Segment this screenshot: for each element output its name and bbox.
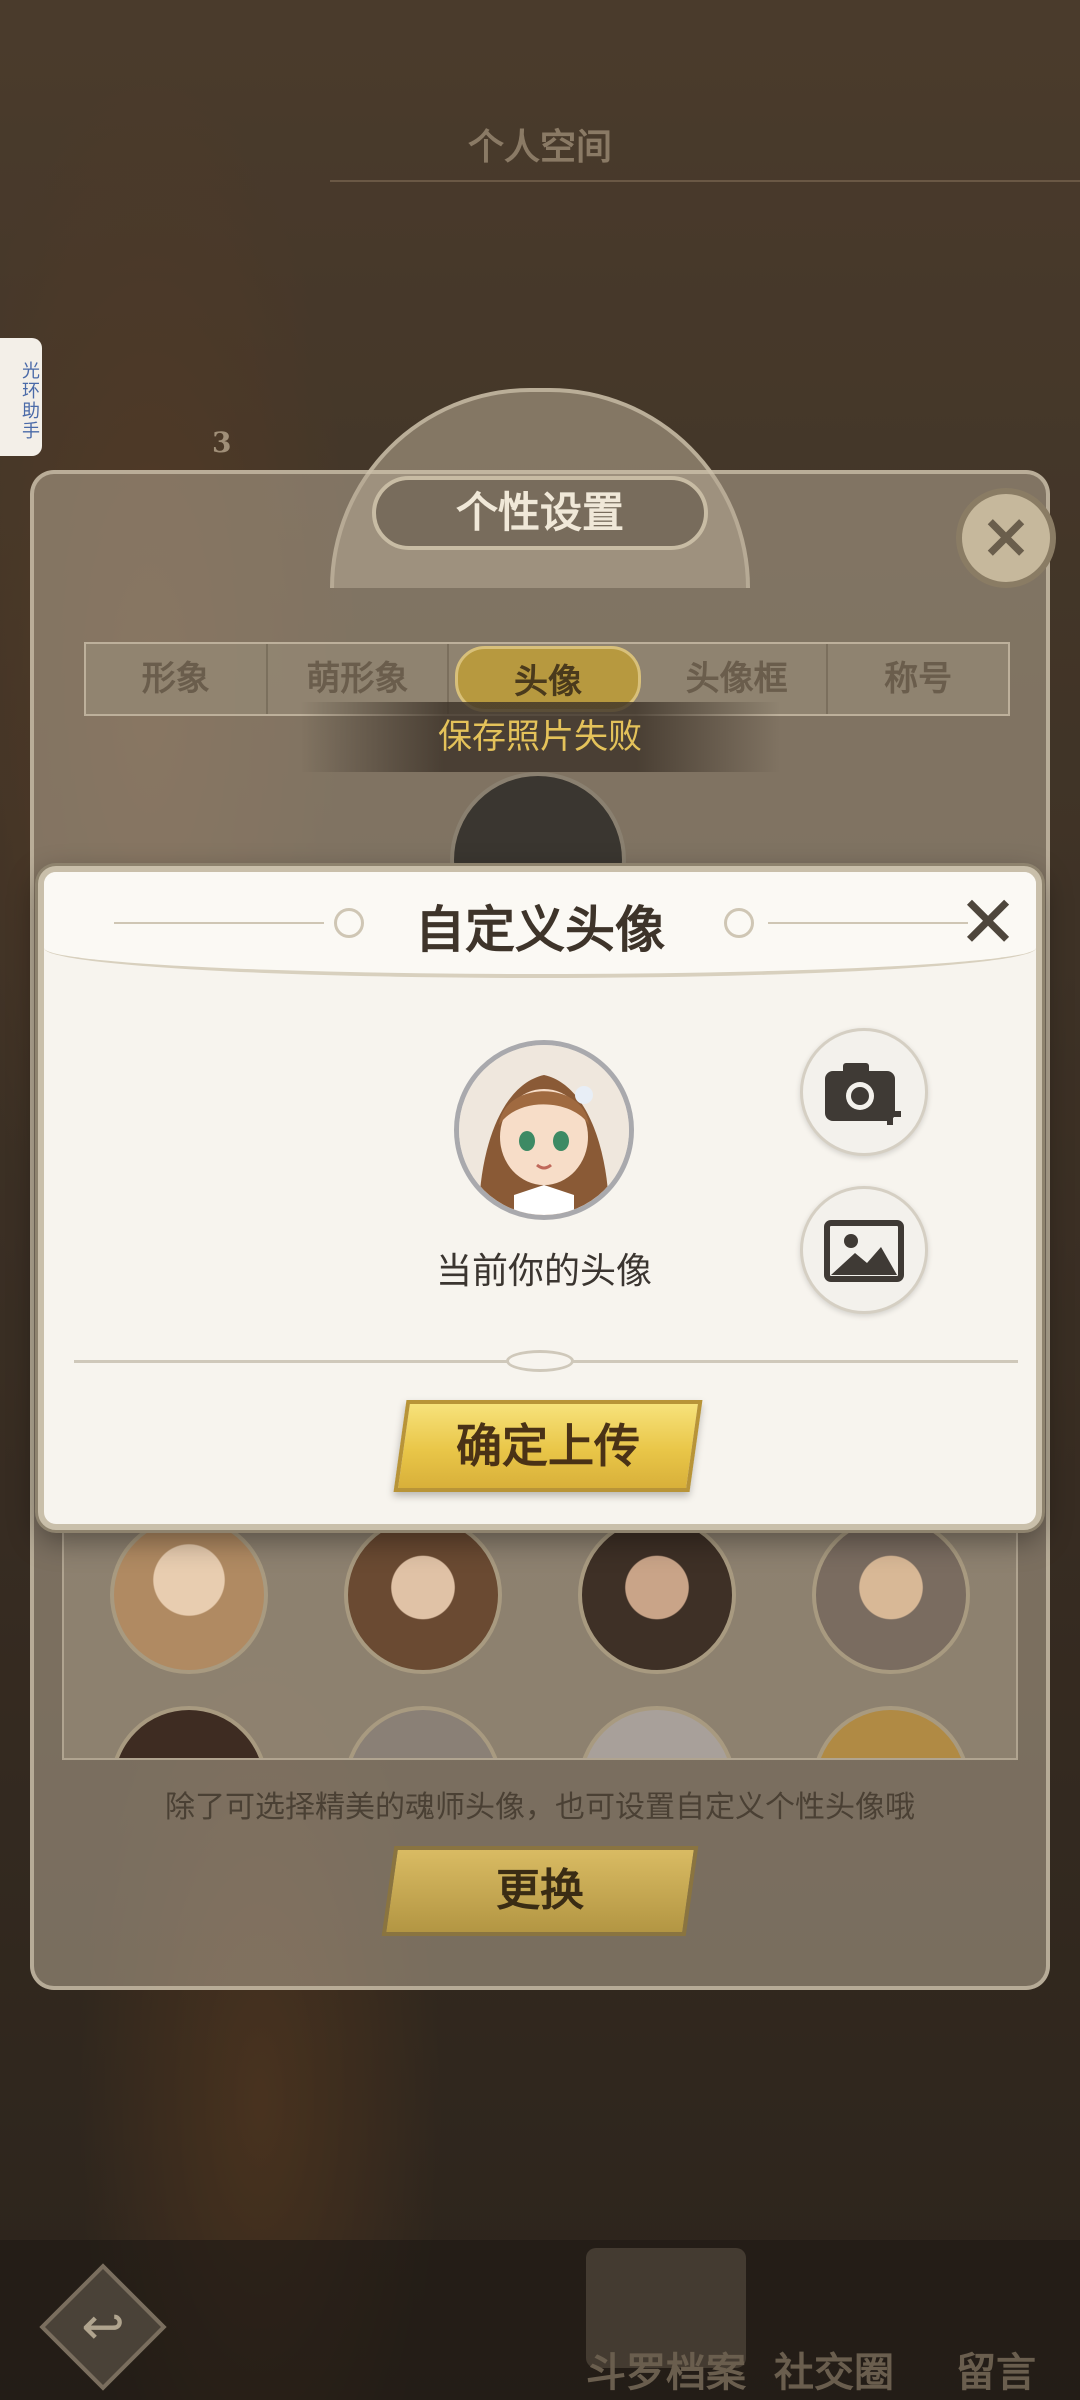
avatar-option[interactable] [110, 1706, 268, 1758]
nav-messages[interactable]: 留言 [956, 2340, 1036, 2398]
take-photo-button[interactable] [800, 1028, 928, 1156]
error-toast: 保存照片失败 [300, 702, 780, 772]
current-avatar-image [459, 1045, 629, 1215]
divider-ornament [506, 1350, 574, 1372]
current-avatar [454, 1040, 634, 1220]
gallery-icon [824, 1220, 904, 1282]
choose-from-gallery-button[interactable] [800, 1186, 928, 1314]
change-avatar-button[interactable]: 更换 [381, 1846, 699, 1936]
side-assistant-tab[interactable]: 光环助手 [0, 338, 42, 456]
avatar-option[interactable] [812, 1522, 970, 1674]
dialog-close-button[interactable]: ✕ [950, 884, 1026, 960]
nav-archive[interactable]: 斗罗档案 [586, 2340, 746, 2398]
dialog-title: 自定义头像 [415, 900, 665, 959]
current-avatar-label: 当前你的头像 [435, 1251, 652, 1292]
avatar-option[interactable] [578, 1706, 736, 1758]
dialog-header: 自定义头像 ✕ [44, 872, 1036, 978]
avatar-option[interactable] [578, 1522, 736, 1674]
confirm-upload-button[interactable]: 确定上传 [393, 1400, 703, 1492]
page-title: 个人空间 [467, 126, 612, 168]
avatar-hint-text: 除了可选择精美的魂师头像，也可设置自定义个性头像哦 [165, 1790, 915, 1825]
custom-avatar-dialog: 自定义头像 ✕ 当前你的头像 确定上传 [38, 866, 1042, 1530]
tab-title[interactable]: 称号 [828, 644, 1008, 714]
panel-close-button[interactable]: × [956, 488, 1056, 588]
camera-plus-icon [825, 1063, 901, 1125]
avatar-option[interactable] [110, 1522, 268, 1674]
title-divider [330, 180, 1080, 182]
back-arrow-icon[interactable]: ↩ [58, 2282, 148, 2372]
confirm-upload-label: 确定上传 [456, 1419, 640, 1473]
tab-appearance[interactable]: 形象 [86, 644, 268, 714]
avatar-option[interactable] [344, 1706, 502, 1758]
change-avatar-label: 更换 [496, 1865, 584, 1916]
avatar-grid [62, 1520, 1018, 1760]
bottom-nav [0, 2240, 1080, 2400]
avatar-option[interactable] [812, 1706, 970, 1758]
rank-badge-number: 3 [212, 426, 232, 459]
panel-title: 个性设置 [372, 476, 708, 550]
avatar-option[interactable] [344, 1522, 502, 1674]
nav-social[interactable]: 社交圈 [774, 2340, 894, 2398]
